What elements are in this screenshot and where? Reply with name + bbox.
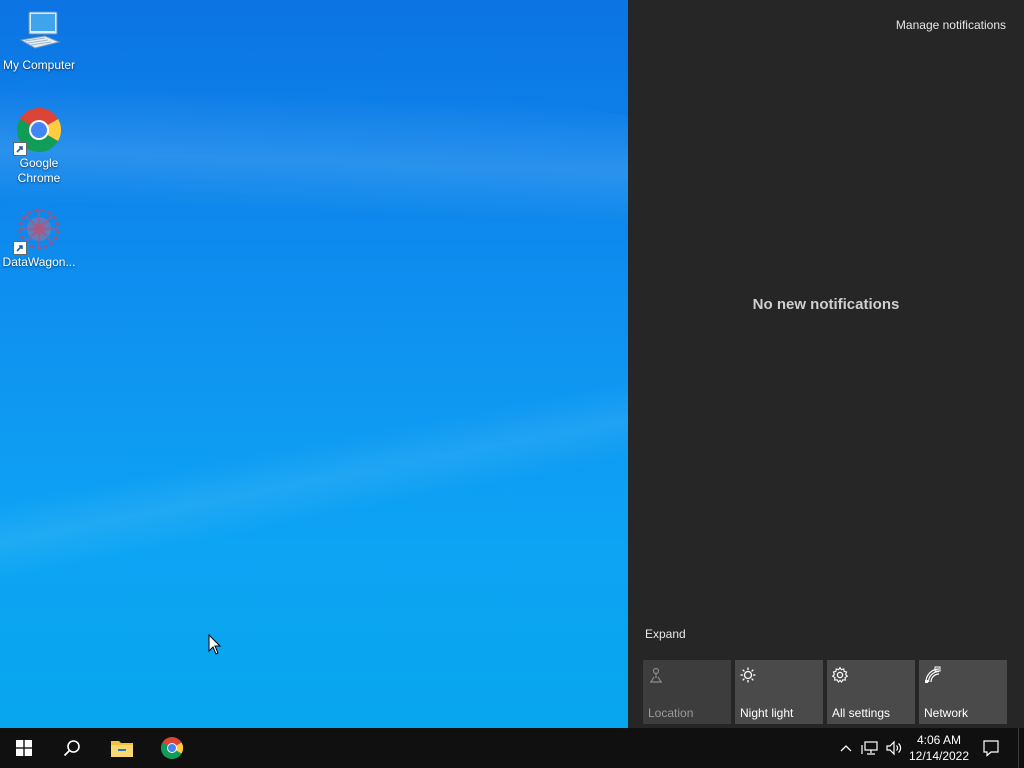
mouse-cursor-icon bbox=[208, 634, 222, 655]
shortcut-arrow-icon bbox=[13, 241, 27, 255]
quick-action-all-settings[interactable]: All settings bbox=[827, 660, 915, 724]
quick-action-location[interactable]: Location bbox=[643, 660, 731, 724]
volume-icon bbox=[886, 740, 902, 756]
desktop-icon-label: Google Chrome bbox=[17, 156, 61, 185]
wallpaper-light-beam bbox=[0, 333, 628, 607]
file-explorer-icon bbox=[111, 741, 133, 757]
clock-date: 12/14/2022 bbox=[908, 749, 970, 763]
night-light-icon bbox=[740, 667, 756, 683]
desktop-icon-my-computer[interactable]: My Computer bbox=[1, 8, 77, 73]
volume-button[interactable] bbox=[884, 738, 904, 758]
shortcut-arrow-icon bbox=[13, 142, 27, 156]
desktop-icon-label: My Computer bbox=[2, 58, 76, 72]
quick-action-night-light[interactable]: Night light bbox=[735, 660, 823, 724]
quick-action-label: Network bbox=[924, 706, 969, 720]
clock-time: 4:06 AM bbox=[916, 733, 962, 747]
manage-notifications-link[interactable]: Manage notifications bbox=[896, 18, 1006, 32]
desktop-icon-google-chrome[interactable]: Google Chrome bbox=[1, 106, 77, 186]
network-icon bbox=[925, 666, 941, 683]
location-icon bbox=[650, 667, 662, 683]
chrome-icon bbox=[13, 106, 63, 156]
file-explorer-button[interactable] bbox=[98, 728, 146, 768]
expand-quick-actions-link[interactable]: Expand bbox=[645, 627, 686, 641]
gear-icon bbox=[831, 666, 849, 684]
taskbar: 4:06 AM 12/14/2022 bbox=[0, 728, 1024, 768]
desktop[interactable]: My Computer Google Chrome DataWagon... bbox=[0, 0, 628, 728]
quick-action-network[interactable]: Network bbox=[919, 660, 1007, 724]
wallpaper-light-beam bbox=[0, 0, 628, 372]
computer-icon bbox=[15, 8, 63, 56]
search-icon bbox=[63, 740, 80, 757]
show-hidden-icons-button[interactable] bbox=[836, 738, 856, 758]
empty-notifications-message: No new notifications bbox=[752, 296, 900, 313]
network-tray-button[interactable] bbox=[860, 738, 880, 758]
quick-action-label: Location bbox=[648, 706, 694, 720]
chrome-icon bbox=[161, 737, 183, 759]
quick-actions: Location Night light All settings Networ… bbox=[643, 660, 1009, 724]
show-desktop-button[interactable] bbox=[1018, 728, 1024, 768]
start-icon bbox=[16, 740, 32, 756]
desktop-icon-datawagon[interactable]: DataWagon... bbox=[1, 205, 77, 270]
action-center-panel: Manage notifications No new notification… bbox=[628, 0, 1024, 728]
quick-action-label: All settings bbox=[832, 706, 891, 720]
network-tray-icon bbox=[861, 741, 878, 755]
start-button[interactable] bbox=[0, 728, 48, 768]
action-center-button[interactable] bbox=[981, 738, 1001, 758]
quick-action-label: Night light bbox=[740, 706, 794, 720]
chrome-taskbar-button[interactable] bbox=[148, 728, 196, 768]
datawagon-icon bbox=[13, 205, 63, 255]
system-clock[interactable]: 4:06 AM 12/14/2022 bbox=[902, 730, 976, 766]
desktop-icon-label: DataWagon... bbox=[2, 255, 76, 269]
action-center-icon bbox=[983, 740, 999, 757]
chevron-up-icon bbox=[840, 745, 852, 752]
search-button[interactable] bbox=[48, 728, 96, 768]
